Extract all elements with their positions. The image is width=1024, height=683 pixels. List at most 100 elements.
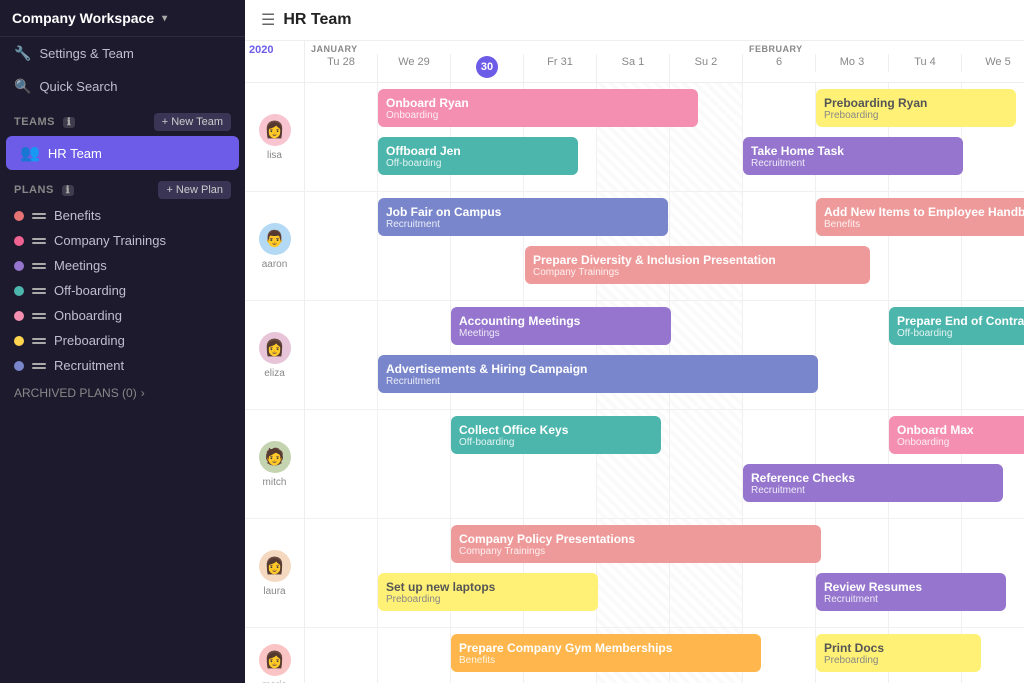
chevron-right-icon: ›: [141, 386, 145, 400]
plan-lines-icon: [32, 288, 46, 294]
task-bar-advertisements-&-hir[interactable]: Advertisements & Hiring Campaign Recruit…: [378, 355, 818, 393]
plan-name: Company Trainings: [54, 233, 166, 248]
month-label: FEBRUARY: [743, 41, 1024, 54]
avatar-cell-lisa: 👩 lisa: [245, 83, 305, 191]
plan-name: Onboarding: [54, 308, 122, 323]
sidebar-plan-company-trainings[interactable]: Company Trainings: [0, 228, 245, 253]
month-group-february: FEBRUARY6Mo 3Tu 4We 5Th 6Fr 7Sa 8Su 9: [743, 41, 1024, 82]
task-category: Preboarding: [386, 594, 590, 605]
sidebar-item-hr-team[interactable]: 👥 HR Team: [6, 136, 239, 170]
plan-dot: [14, 261, 24, 271]
plan-lines-icon: [32, 338, 46, 344]
teams-info-badge[interactable]: ℹ: [63, 117, 75, 128]
timeline-person-row: 👩 maria Prepare Company Gym Memberships …: [245, 628, 1024, 683]
task-title: Review Resumes: [824, 580, 998, 594]
plan-lines-icon: [32, 263, 46, 269]
day-cell: 30: [451, 54, 524, 82]
team-icon: 👥: [20, 143, 40, 163]
plan-name: Benefits: [54, 208, 101, 223]
task-title: Prepare Company Gym Memberships: [459, 641, 753, 655]
avatar-cell-eliza: 👩 eliza: [245, 301, 305, 409]
grid-line: [670, 410, 743, 518]
task-category: Preboarding: [824, 655, 973, 666]
plan-dot: [14, 236, 24, 246]
day-cell: Mo 3: [816, 54, 889, 72]
new-plan-button[interactable]: + New Plan: [158, 181, 231, 199]
task-category: Onboarding: [386, 110, 690, 121]
task-category: Preboarding: [824, 110, 1008, 121]
timeline-person-row: 👩 eliza Accounting Meetings Meetings Pre…: [245, 301, 1024, 410]
task-title: Offboard Jen: [386, 144, 570, 158]
task-bar-set-up-new-laptops[interactable]: Set up new laptops Preboarding: [378, 573, 598, 611]
grid-line: [378, 628, 451, 683]
sidebar-plan-recruitment[interactable]: Recruitment: [0, 353, 245, 378]
avatar-cell-mitch: 🧑 mitch: [245, 410, 305, 518]
avatar: 👩: [259, 550, 291, 582]
task-category: Off-boarding: [459, 437, 653, 448]
task-bar-reference-checks[interactable]: Reference Checks Recruitment: [743, 464, 1003, 502]
avatar-name: eliza: [264, 368, 285, 379]
plan-dot: [14, 286, 24, 296]
task-title: Add New Items to Employee Handbook: [824, 205, 1024, 219]
archived-plans-row[interactable]: ARCHIVED PLANS (0) ›: [0, 378, 245, 408]
task-bar-preboarding-ryan[interactable]: Preboarding Ryan Preboarding: [816, 89, 1016, 127]
plan-name: Meetings: [54, 258, 107, 273]
new-team-button[interactable]: + New Team: [154, 113, 231, 131]
task-title: Onboard Ryan: [386, 96, 690, 110]
task-bar-prepare-company-gym-[interactable]: Prepare Company Gym Memberships Benefits: [451, 634, 761, 672]
task-bar-company-policy-prese[interactable]: Company Policy Presentations Company Tra…: [451, 525, 821, 563]
task-bar-add-new-items-to-emp[interactable]: Add New Items to Employee Handbook Benef…: [816, 198, 1024, 236]
workspace-chevron-icon: ▾: [162, 13, 167, 24]
sidebar-item-settings[interactable]: 🔧 Settings & Team: [0, 37, 245, 70]
plan-lines-icon: [32, 363, 46, 369]
task-bar-prepare-end-of-contr[interactable]: Prepare End of Contract Off-boarding: [889, 307, 1024, 345]
task-bar-accounting-meetings[interactable]: Accounting Meetings Meetings: [451, 307, 671, 345]
task-title: Set up new laptops: [386, 580, 590, 594]
avatar-name: mitch: [263, 477, 287, 488]
task-bar-review-resumes[interactable]: Review Resumes Recruitment: [816, 573, 1006, 611]
sidebar-plan-off-boarding[interactable]: Off-boarding: [0, 278, 245, 303]
timeline-grid-laura: Company Policy Presentations Company Tra…: [305, 519, 1024, 627]
sidebar-plan-preboarding[interactable]: Preboarding: [0, 328, 245, 353]
avatar-cell-maria: 👩 maria: [245, 628, 305, 683]
teams-section-header: TEAMS ℹ + New Team: [0, 103, 245, 135]
task-category: Meetings: [459, 328, 663, 339]
timeline-person-row: 👩 laura Company Policy Presentations Com…: [245, 519, 1024, 628]
plan-lines-icon: [32, 313, 46, 319]
task-title: Accounting Meetings: [459, 314, 663, 328]
timeline-person-row: 🧑 mitch Collect Office Keys Off-boarding…: [245, 410, 1024, 519]
today-circle: 30: [476, 56, 498, 78]
task-bar-print-docs[interactable]: Print Docs Preboarding: [816, 634, 981, 672]
plans-info-badge[interactable]: ℹ: [62, 185, 74, 196]
task-bar-offboard-jen[interactable]: Offboard Jen Off-boarding: [378, 137, 578, 175]
task-title: Onboard Max: [897, 423, 1024, 437]
avatar-name: lisa: [267, 150, 282, 161]
task-category: Recruitment: [751, 485, 995, 496]
grid-line: [305, 628, 378, 683]
day-cell: Sa 1: [597, 54, 670, 82]
plan-name: Off-boarding: [54, 283, 126, 298]
task-bar-prepare-diversity-&-[interactable]: Prepare Diversity & Inclusion Presentati…: [525, 246, 870, 284]
workspace-switcher[interactable]: Company Workspace ▾: [0, 0, 245, 37]
sidebar-item-search[interactable]: 🔍 Quick Search: [0, 70, 245, 103]
day-cell: We 5: [962, 54, 1024, 72]
day-cell: Tu 28: [305, 54, 378, 82]
timeline-grid-mitch: Collect Office Keys Off-boarding Onboard…: [305, 410, 1024, 518]
menu-icon[interactable]: ☰: [261, 10, 275, 30]
sidebar-plan-meetings[interactable]: Meetings: [0, 253, 245, 278]
sidebar-plan-onboarding[interactable]: Onboarding: [0, 303, 245, 328]
task-bar-job-fair-on-campus[interactable]: Job Fair on Campus Recruitment: [378, 198, 668, 236]
avatar-col-header: 2020: [245, 41, 305, 82]
task-bar-onboard-ryan[interactable]: Onboard Ryan Onboarding: [378, 89, 698, 127]
task-bar-take-home-task[interactable]: Take Home Task Recruitment: [743, 137, 963, 175]
task-bar-collect-office-keys[interactable]: Collect Office Keys Off-boarding: [451, 416, 661, 454]
task-category: Company Trainings: [533, 267, 862, 278]
task-category: Recruitment: [751, 158, 955, 169]
timeline-grid-maria: Prepare Company Gym Memberships Benefits…: [305, 628, 1024, 683]
timeline-header: 2020 JANUARYTu 28We 2930Fr 31Sa 1Su 2FEB…: [245, 41, 1024, 83]
task-bar-onboard-max[interactable]: Onboard Max Onboarding: [889, 416, 1024, 454]
search-icon: 🔍: [14, 78, 31, 95]
grid-line: [305, 301, 378, 409]
grid-line: [378, 410, 451, 518]
sidebar-plan-benefits[interactable]: Benefits: [0, 203, 245, 228]
